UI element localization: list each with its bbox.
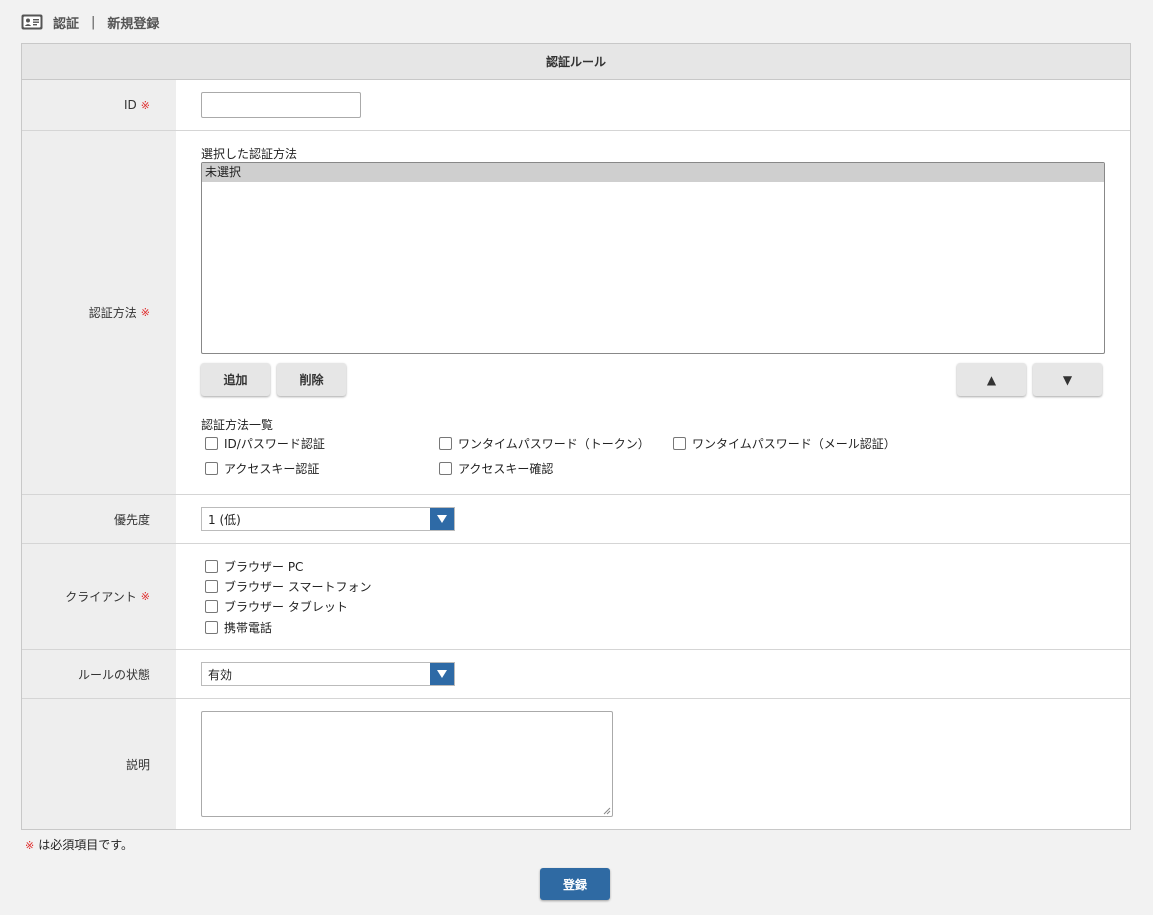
method-list-title: 認証方法一覧 xyxy=(201,418,274,432)
breadcrumb-section: 認証 xyxy=(53,16,80,32)
value-auth-method: 選択した認証方法 未選択 追加 削除 ▲ ▼ 認証方法一覧 ID/パスワード認証… xyxy=(176,131,1130,494)
value-rule-status: 有効 xyxy=(176,650,1130,698)
move-up-button[interactable]: ▲ xyxy=(957,363,1026,396)
row-priority: 優先度 1 (低) xyxy=(22,495,1130,544)
checkbox[interactable] xyxy=(205,560,218,573)
auth-rule-form: 認証ルール ID ※ 認証方法 ※ 選択した認証方法 未選択 追加 削除 ▲ ▼… xyxy=(21,43,1131,830)
method-option-access-key-confirm[interactable]: アクセスキー確認 xyxy=(439,460,553,477)
listbox-option[interactable]: 未選択 xyxy=(202,163,1104,182)
required-mark: ※ xyxy=(140,590,150,603)
breadcrumb: 認証 | 新規登録 xyxy=(21,12,159,32)
method-option-label: アクセスキー認証 xyxy=(224,462,320,476)
value-client: ブラウザー PC ブラウザー スマートフォン ブラウザー タブレット 携帯電話 xyxy=(176,544,1130,649)
value-description xyxy=(176,699,1130,829)
table-header: 認証ルール xyxy=(22,44,1130,80)
method-option-id-password[interactable]: ID/パスワード認証 xyxy=(205,435,325,452)
method-option-label: ワンタイムパスワード（トークン） xyxy=(458,437,650,451)
description-textarea[interactable] xyxy=(201,711,613,817)
method-option-otp-mail[interactable]: ワンタイムパスワード（メール認証） xyxy=(673,435,896,452)
method-option-label: ID/パスワード認証 xyxy=(224,437,325,451)
label-id-text: ID xyxy=(124,98,137,112)
chevron-down-icon[interactable] xyxy=(430,663,454,685)
client-option-label: ブラウザー PC xyxy=(224,560,304,574)
chevron-down-icon[interactable] xyxy=(430,508,454,530)
checkbox[interactable] xyxy=(439,462,452,475)
selected-methods-title: 選択した認証方法 xyxy=(201,147,298,161)
checkbox[interactable] xyxy=(205,462,218,475)
checkbox[interactable] xyxy=(205,580,218,593)
delete-button[interactable]: 削除 xyxy=(277,363,346,396)
client-option-label: 携帯電話 xyxy=(224,621,273,635)
row-auth-method: 認証方法 ※ 選択した認証方法 未選択 追加 削除 ▲ ▼ 認証方法一覧 ID/… xyxy=(22,131,1130,495)
label-priority: 優先度 xyxy=(22,495,176,543)
footnote-text: は必須項目です。 xyxy=(38,838,134,852)
method-option-label: アクセスキー確認 xyxy=(458,462,554,476)
label-client-text: クライアント xyxy=(65,590,137,604)
client-option-label: ブラウザー タブレット xyxy=(224,600,348,614)
breadcrumb-separator: | xyxy=(91,14,96,30)
client-option-smartphone[interactable]: ブラウザー スマートフォン xyxy=(205,578,371,595)
label-priority-text: 優先度 xyxy=(113,512,150,527)
checkbox[interactable] xyxy=(205,437,218,450)
add-button[interactable]: 追加 xyxy=(201,363,270,396)
required-mark: ※ xyxy=(140,98,150,112)
label-rule-status: ルールの状態 xyxy=(22,650,176,698)
id-card-icon xyxy=(21,14,43,30)
label-auth-method-text: 認証方法 xyxy=(88,306,137,320)
label-id: ID ※ xyxy=(22,80,176,130)
client-option-tablet[interactable]: ブラウザー タブレット xyxy=(205,598,348,615)
rule-status-select[interactable]: 有効 xyxy=(201,662,455,686)
checkbox[interactable] xyxy=(205,621,218,634)
move-down-button[interactable]: ▼ xyxy=(1033,363,1102,396)
client-option-mobile[interactable]: 携帯電話 xyxy=(205,619,272,636)
method-option-access-key-auth[interactable]: アクセスキー認証 xyxy=(205,460,319,477)
checkbox[interactable] xyxy=(439,437,452,450)
row-client: クライアント ※ ブラウザー PC ブラウザー スマートフォン ブラウザー タブ… xyxy=(22,544,1130,650)
label-description: 説明 xyxy=(22,699,176,829)
id-input[interactable] xyxy=(201,92,361,118)
resize-grip-icon[interactable] xyxy=(603,807,611,815)
required-mark: ※ xyxy=(140,306,150,319)
row-rule-status: ルールの状態 有効 xyxy=(22,650,1130,699)
required-footnote: ※ は必須項目です。 xyxy=(25,836,133,853)
row-description: 説明 xyxy=(22,699,1130,829)
value-priority: 1 (低) xyxy=(176,495,1130,543)
label-client: クライアント ※ xyxy=(22,544,176,649)
priority-select-value: 1 (低) xyxy=(208,512,241,527)
required-mark: ※ xyxy=(25,839,35,852)
breadcrumb-page: 新規登録 xyxy=(107,16,160,32)
rule-status-select-value: 有効 xyxy=(208,667,233,682)
register-button[interactable]: 登録 xyxy=(540,868,610,900)
checkbox[interactable] xyxy=(205,600,218,613)
row-id: ID ※ xyxy=(22,80,1130,131)
client-option-pc[interactable]: ブラウザー PC xyxy=(205,558,303,575)
label-description-text: 説明 xyxy=(125,757,150,772)
checkbox[interactable] xyxy=(673,437,686,450)
method-option-label: ワンタイムパスワード（メール認証） xyxy=(692,437,896,451)
label-auth-method: 認証方法 ※ xyxy=(22,131,176,494)
selected-methods-listbox[interactable]: 未選択 xyxy=(201,162,1105,354)
value-id xyxy=(176,80,1130,130)
priority-select[interactable]: 1 (低) xyxy=(201,507,455,531)
client-option-label: ブラウザー スマートフォン xyxy=(224,580,372,594)
method-option-otp-token[interactable]: ワンタイムパスワード（トークン） xyxy=(439,435,650,452)
label-rule-status-text: ルールの状態 xyxy=(77,667,150,682)
